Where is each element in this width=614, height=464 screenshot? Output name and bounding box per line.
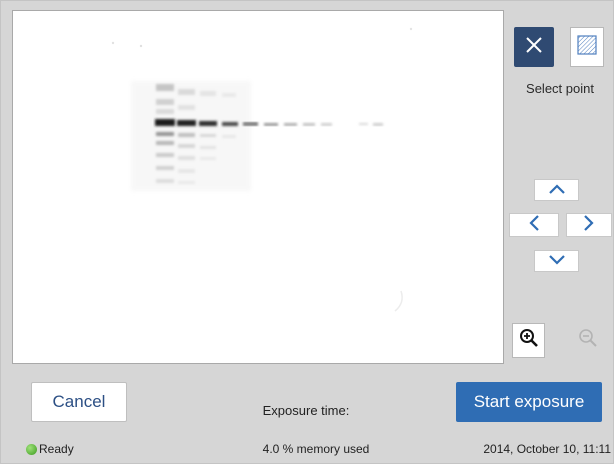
status-indicator: Ready bbox=[26, 442, 74, 456]
datetime: 2014, October 10, 11:11 bbox=[483, 442, 611, 456]
blot-image bbox=[111, 27, 413, 312]
hatched-square-icon bbox=[577, 34, 597, 60]
zoom-in-icon bbox=[519, 328, 539, 353]
select-point-label: Select point bbox=[526, 81, 594, 96]
zoom-out-button[interactable] bbox=[571, 323, 604, 358]
cancel-button[interactable]: Cancel bbox=[31, 382, 127, 422]
pan-up-button[interactable] bbox=[534, 179, 579, 201]
chevron-right-icon bbox=[584, 214, 594, 236]
pan-left-button[interactable] bbox=[509, 213, 559, 237]
close-button[interactable] bbox=[514, 27, 554, 67]
start-exposure-button[interactable]: Start exposure bbox=[456, 382, 602, 422]
close-icon bbox=[525, 36, 543, 59]
pan-down-button[interactable] bbox=[534, 250, 579, 272]
region-select-button[interactable] bbox=[570, 27, 604, 67]
chevron-left-icon bbox=[529, 214, 539, 236]
chevron-down-icon bbox=[548, 252, 565, 270]
image-viewer[interactable] bbox=[12, 10, 504, 364]
app-window: Select point Cancel Exposure time: Start… bbox=[0, 0, 614, 464]
exposure-time-label: Exposure time: bbox=[262, 403, 350, 418]
status-ok-icon bbox=[26, 443, 37, 455]
status-text: Ready bbox=[39, 442, 74, 456]
chevron-up-icon bbox=[548, 181, 565, 199]
zoom-out-icon bbox=[578, 328, 598, 353]
memory-usage: 4.0 % memory used bbox=[262, 442, 370, 456]
zoom-in-button[interactable] bbox=[512, 323, 545, 358]
pan-right-button[interactable] bbox=[566, 213, 612, 237]
